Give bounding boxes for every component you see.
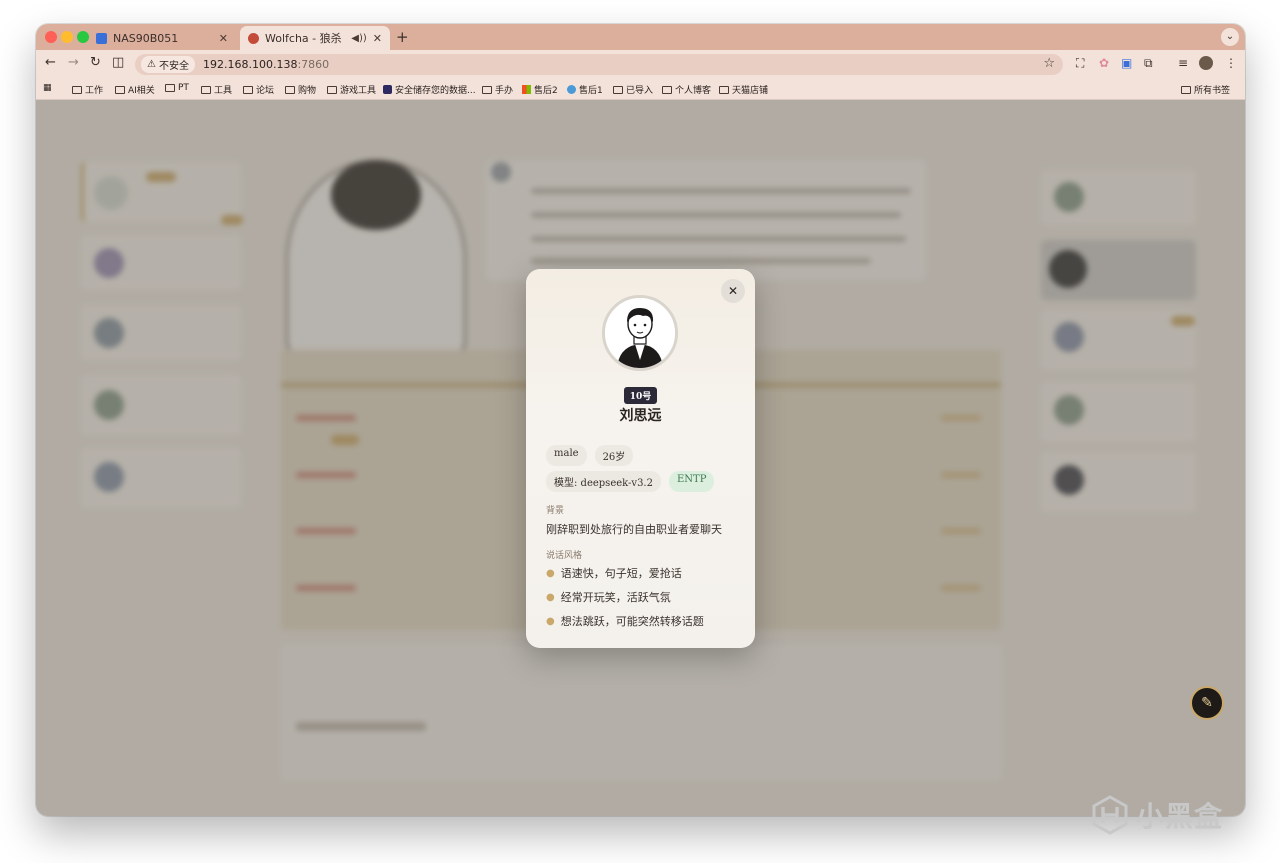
security-label: 不安全 — [158, 61, 189, 72]
site-icon — [383, 85, 392, 94]
background-label: 背景 — [546, 506, 565, 516]
folder-icon — [115, 85, 125, 94]
apps-icon[interactable]: ▦ — [43, 83, 52, 93]
close-icon[interactable]: ✕ — [721, 279, 745, 303]
bookmark-folder[interactable]: 天猫店铺 — [719, 83, 768, 96]
speech-style-label: 说话风格 — [546, 551, 583, 561]
speaker-icon[interactable]: ◀)) — [351, 33, 367, 44]
folder-icon — [165, 84, 175, 92]
bookmark-folder[interactable]: 个人博客 — [662, 83, 711, 96]
bookmark-star-icon[interactable]: ☆ — [1043, 56, 1055, 71]
security-indicator[interactable]: ⚠ 不安全 — [141, 56, 195, 73]
close-tab-icon[interactable]: ✕ — [373, 32, 382, 45]
folder-icon — [285, 85, 295, 94]
bookmark-folder[interactable]: PT — [165, 83, 189, 93]
folder-icon — [613, 85, 623, 94]
reading-list-icon[interactable]: ≡ — [1178, 56, 1188, 70]
portrait-illustration — [605, 298, 675, 368]
speech-style-list: ● 语速快，句子短，爱抢话 ● 经常开玩笑，活跃气氛 ● 想法跳跃，可能突然转移话题 — [546, 565, 704, 637]
close-tab-icon[interactable]: ✕ — [219, 32, 228, 45]
bookmark-folder[interactable]: 工作 — [72, 83, 103, 96]
bookmark-link[interactable]: 安全储存您的数据... — [383, 83, 476, 96]
nas-favicon-icon — [96, 32, 107, 44]
bookmark-folder[interactable]: 论坛 — [243, 83, 274, 96]
bookmark-folder[interactable]: 购物 — [285, 83, 316, 96]
bookmark-folder[interactable]: 工具 — [201, 83, 232, 96]
bookmark-link[interactable]: 售后2 — [522, 83, 558, 96]
folder-icon — [243, 85, 253, 94]
warning-icon: ⚠ — [147, 59, 156, 70]
extension-icon[interactable]: ⛶ — [1076, 56, 1084, 71]
all-bookmarks[interactable]: 所有书签 — [1181, 83, 1230, 96]
bookmark-link[interactable]: 售后1 — [567, 83, 603, 96]
tab-nas[interactable]: NAS90B051 ✕ — [88, 26, 236, 50]
close-window-button[interactable] — [45, 31, 57, 43]
tab-strip: NAS90B051 ✕ Wolfcha - 狼杀 ◀)) ✕ + ⌄ — [36, 24, 1245, 50]
folder-icon — [482, 85, 492, 94]
reload-icon[interactable]: ↻ — [90, 55, 101, 70]
mbti-tag: ENTP — [668, 471, 715, 492]
background-text: 刚辞职到处旅行的自由职业者爱聊天 — [546, 523, 722, 536]
split-view-icon[interactable]: ◫ — [112, 55, 124, 70]
menu-icon[interactable]: ⋮ — [1225, 56, 1237, 70]
gender-tag: male — [546, 445, 587, 466]
bookmark-folder[interactable]: 手办 — [482, 83, 513, 96]
microsoft-icon — [522, 85, 531, 94]
back-icon[interactable]: ← — [45, 55, 56, 70]
player-profile-modal: ✕ 10号 刘思远 male 26岁 模型: deepseek-v3.2 ENT… — [526, 269, 755, 648]
list-item: ● 想法跳跃，可能突然转移话题 — [546, 615, 704, 628]
address-bar[interactable]: ⚠ 不安全 192.168.100.138:7860 ☆ — [135, 54, 1063, 75]
heybox-logo-icon — [1092, 795, 1128, 835]
watermark-text: 小黑盒 — [1136, 800, 1224, 833]
player-name: 刘思远 — [619, 408, 662, 424]
tab-search-icon[interactable]: ⌄ — [1221, 28, 1239, 46]
bookmark-folder[interactable]: 已导入 — [613, 83, 653, 96]
forward-icon[interactable]: → — [68, 55, 79, 70]
bullet-icon: ● — [546, 591, 555, 603]
player-tags-2: 模型: deepseek-v3.2 ENTP — [546, 471, 715, 492]
bookmark-folder[interactable]: 游戏工具 — [327, 83, 376, 96]
browser-toolbar: ← → ↻ ◫ ⚠ 不安全 192.168.100.138:7860 ☆ ⛶ ✿… — [36, 50, 1245, 78]
player-tags: male 26岁 — [546, 445, 634, 466]
browser-window: NAS90B051 ✕ Wolfcha - 狼杀 ◀)) ✕ + ⌄ ← → ↻… — [36, 24, 1245, 816]
tab-title: Wolfcha - 狼杀 — [265, 32, 342, 45]
watermark: 小黑盒 — [1090, 795, 1223, 835]
site-icon — [567, 85, 576, 94]
minimize-window-button[interactable] — [61, 31, 73, 43]
list-item: ● 语速快，句子短，爱抢话 — [546, 567, 682, 580]
edit-icon: ✎ — [1201, 695, 1213, 711]
extension-icon[interactable]: ▣ — [1121, 56, 1132, 70]
folder-icon — [719, 85, 729, 94]
folder-icon — [72, 85, 82, 94]
profile-avatar[interactable] — [1199, 56, 1213, 70]
bookmark-folder[interactable]: AI相关 — [115, 83, 155, 96]
folder-icon — [327, 85, 337, 94]
seat-badge: 10号 — [526, 384, 755, 404]
tab-wolfcha[interactable]: Wolfcha - 狼杀 ◀)) ✕ — [240, 26, 390, 50]
bookmarks-bar: ▦ 工作 AI相关 PT 工具 论坛 购物 游戏工具 安全储存您的数据... 手… — [36, 78, 1245, 100]
list-item: ● 经常开玩笑，活跃气氛 — [546, 591, 671, 604]
url-text: 192.168.100.138:7860 — [202, 58, 330, 71]
folder-icon — [662, 85, 672, 94]
age-tag: 26岁 — [594, 445, 634, 466]
model-tag: 模型: deepseek-v3.2 — [546, 471, 661, 492]
folder-icon — [1181, 85, 1191, 94]
folder-icon — [201, 85, 211, 94]
bullet-icon: ● — [546, 615, 555, 627]
extension-icon[interactable]: ✿ — [1099, 56, 1109, 70]
edit-button[interactable]: ✎ — [1190, 686, 1224, 720]
wolfcha-favicon-icon — [248, 32, 259, 44]
new-tab-icon[interactable]: + — [396, 28, 409, 46]
player-portrait — [602, 295, 678, 371]
extensions-puzzle-icon[interactable]: ⧉ — [1144, 56, 1153, 71]
bullet-icon: ● — [546, 567, 555, 579]
tab-title: NAS90B051 — [113, 31, 179, 45]
